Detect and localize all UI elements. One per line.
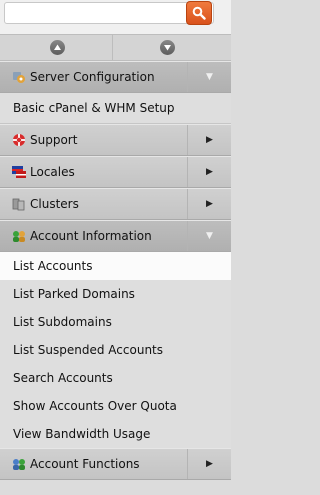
search-button[interactable] bbox=[186, 1, 212, 25]
search-input[interactable] bbox=[4, 2, 214, 24]
menu-section-label: Account Information bbox=[30, 229, 152, 243]
users-gear-icon bbox=[12, 457, 26, 471]
servers-icon bbox=[12, 197, 26, 211]
menu-section-label: Support bbox=[30, 133, 78, 147]
menu-item-list-parked-domains[interactable]: List Parked Domains bbox=[0, 280, 231, 308]
menu-section-label: Clusters bbox=[30, 197, 79, 211]
menu-section-label: Server Configuration bbox=[30, 70, 155, 84]
menu-section-server-configuration[interactable]: Server Configuration ▼ bbox=[0, 61, 231, 93]
chevron-down-icon bbox=[159, 40, 175, 55]
expand-arrow-icon[interactable]: ▶ bbox=[187, 125, 231, 155]
flag-icon bbox=[12, 165, 26, 179]
menu-item-basic-setup[interactable]: Basic cPanel & WHM Setup bbox=[0, 93, 231, 124]
gear-icon bbox=[12, 70, 26, 84]
menu-item-list-suspended-accounts[interactable]: List Suspended Accounts bbox=[0, 336, 231, 364]
chevron-up-icon bbox=[49, 40, 65, 55]
lifebuoy-icon bbox=[12, 133, 26, 147]
expand-arrow-icon[interactable]: ▶ bbox=[187, 449, 231, 479]
search-icon bbox=[192, 6, 206, 20]
sidebar-menu: Server Configuration ▼ Basic cPanel & WH… bbox=[0, 61, 231, 480]
menu-section-locales[interactable]: Locales ▶ bbox=[0, 156, 231, 188]
scroll-up-button[interactable] bbox=[2, 35, 113, 60]
scroll-down-button[interactable] bbox=[112, 35, 222, 60]
expand-arrow-icon[interactable]: ▶ bbox=[187, 189, 231, 219]
collapse-arrow-icon[interactable]: ▼ bbox=[187, 221, 231, 251]
expand-arrow-icon[interactable]: ▶ bbox=[187, 157, 231, 187]
menu-section-label: Locales bbox=[30, 165, 75, 179]
menu-item-view-bandwidth-usage[interactable]: View Bandwidth Usage bbox=[0, 420, 231, 448]
menu-item-show-accounts-over-quota[interactable]: Show Accounts Over Quota bbox=[0, 392, 231, 420]
menu-section-support[interactable]: Support ▶ bbox=[0, 124, 231, 156]
menu-section-label: Account Functions bbox=[30, 457, 140, 471]
menu-item-search-accounts[interactable]: Search Accounts bbox=[0, 364, 231, 392]
search-bar bbox=[0, 0, 231, 34]
menu-section-account-functions[interactable]: Account Functions ▶ bbox=[0, 448, 231, 480]
menu-section-clusters[interactable]: Clusters ▶ bbox=[0, 188, 231, 220]
menu-item-list-accounts[interactable]: List Accounts bbox=[0, 252, 231, 280]
users-icon bbox=[12, 229, 26, 243]
collapse-arrow-icon[interactable]: ▼ bbox=[187, 62, 231, 92]
menu-item-list-subdomains[interactable]: List Subdomains bbox=[0, 308, 231, 336]
menu-scroll-controls bbox=[0, 34, 231, 61]
menu-section-account-information[interactable]: Account Information ▼ bbox=[0, 220, 231, 252]
